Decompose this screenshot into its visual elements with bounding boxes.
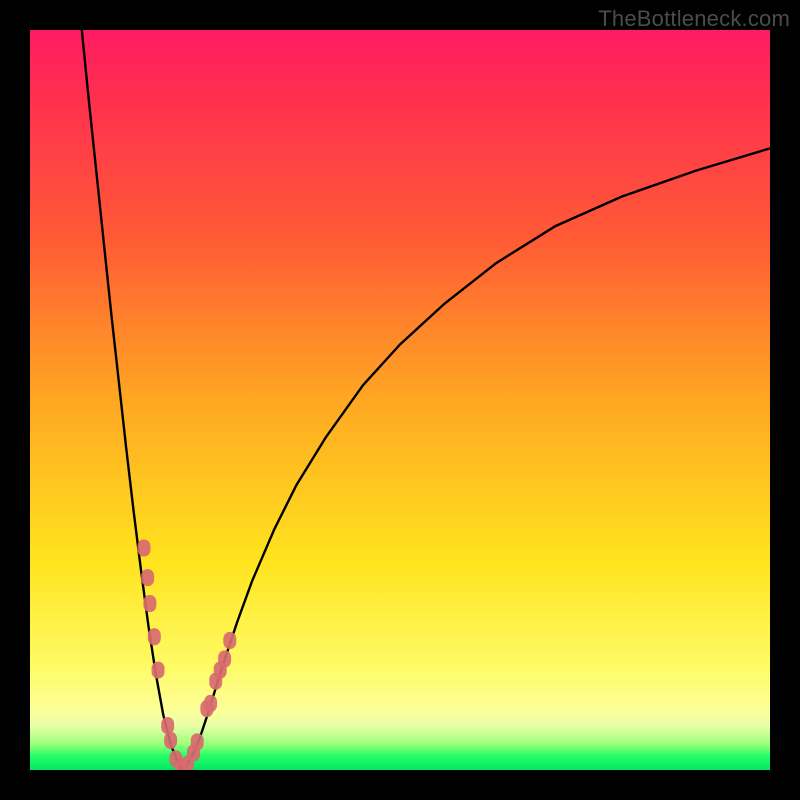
bottleneck-curve-right bbox=[182, 148, 770, 770]
data-marker bbox=[161, 717, 174, 734]
plot-area bbox=[30, 30, 770, 770]
data-marker bbox=[148, 628, 161, 645]
data-marker bbox=[191, 733, 204, 750]
chart-frame: TheBottleneck.com bbox=[0, 0, 800, 800]
data-marker bbox=[164, 732, 177, 749]
data-marker bbox=[143, 595, 156, 612]
watermark-text: TheBottleneck.com bbox=[598, 6, 790, 32]
data-marker bbox=[223, 632, 236, 649]
data-marker bbox=[152, 662, 165, 679]
data-marker bbox=[137, 540, 150, 557]
data-marker bbox=[204, 695, 217, 712]
data-marker bbox=[141, 569, 154, 586]
curve-layer bbox=[30, 30, 770, 770]
data-marker bbox=[218, 651, 231, 668]
bottleneck-curve-left bbox=[82, 30, 182, 770]
